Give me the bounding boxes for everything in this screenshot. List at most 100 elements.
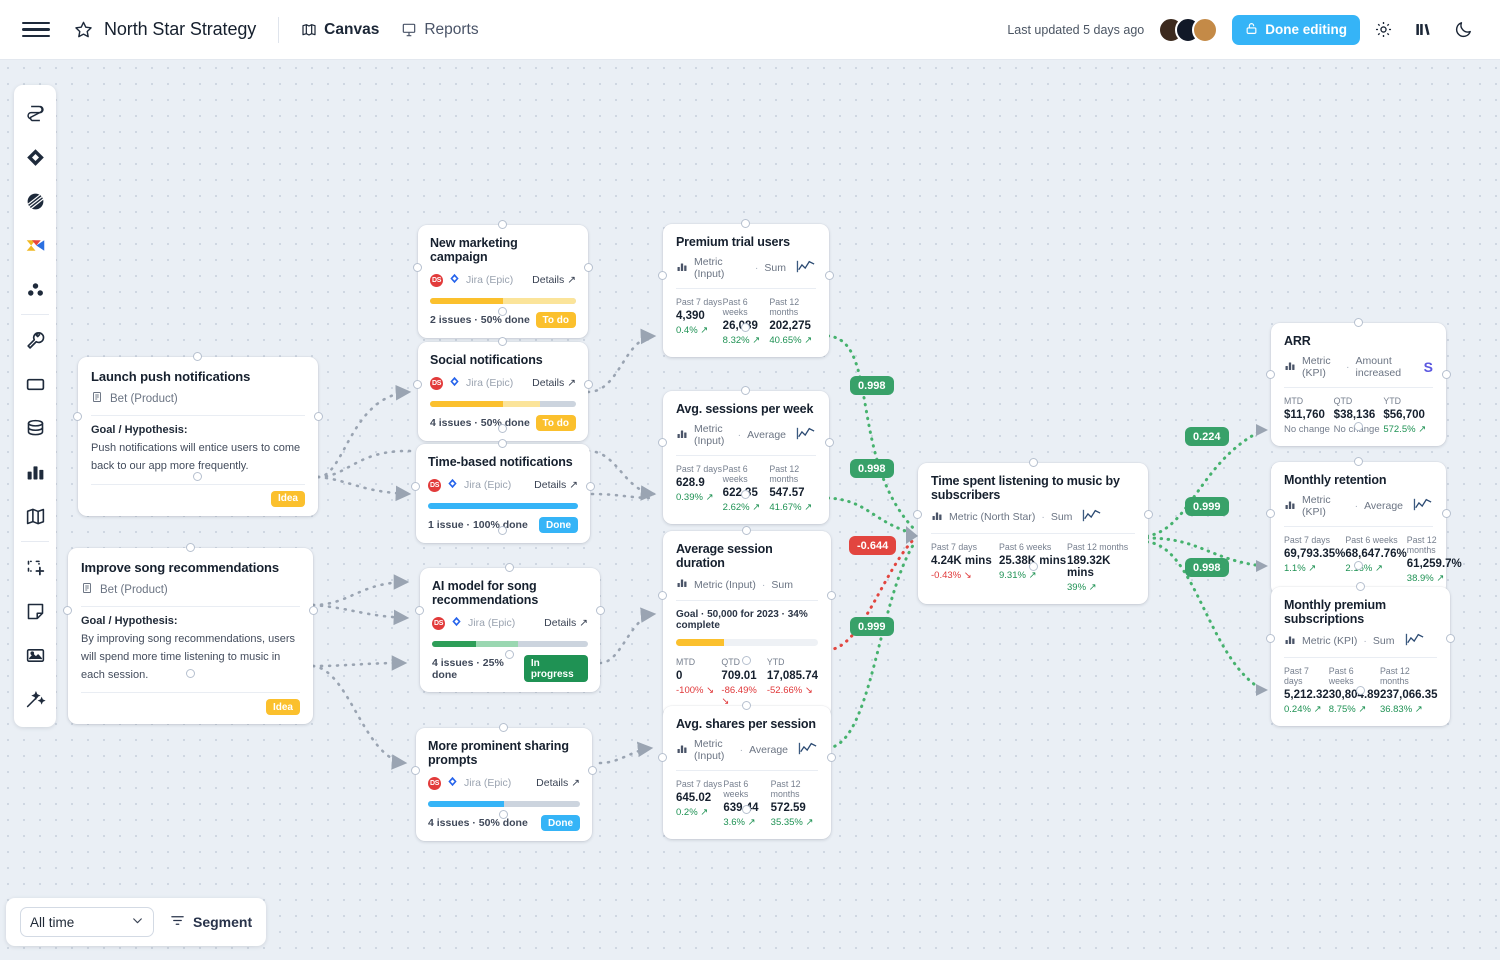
node-port[interactable] [1442,370,1451,379]
node-port[interactable] [505,650,514,659]
bet-card[interactable]: Improve song recommendations Bet (Produc… [63,543,318,725]
north-star-card[interactable]: Time spent listening to music by subscri… [913,458,1153,604]
node-port[interactable] [1354,561,1363,570]
node-port[interactable] [658,591,667,600]
node-port[interactable] [1029,562,1038,571]
node-port[interactable] [413,263,422,272]
node-port[interactable] [63,606,72,615]
sparkline-icon[interactable] [798,742,818,758]
node-port[interactable] [1354,457,1363,466]
node-port[interactable] [658,438,667,447]
node-port[interactable] [498,526,507,535]
timeframe-select[interactable]: All time [20,907,154,937]
node-port[interactable] [186,543,195,552]
node-port[interactable] [498,307,507,316]
database-tool-icon[interactable] [14,406,56,450]
gear-icon[interactable] [1366,13,1400,47]
node-port[interactable] [741,323,750,332]
kpi-card[interactable]: Monthly premium subscriptions Metric (KP… [1266,582,1455,726]
rectangle-tool-icon[interactable] [14,362,56,406]
sparkline-icon[interactable] [1405,633,1425,649]
segment-button[interactable]: Segment [170,913,252,931]
node-port[interactable] [1356,582,1365,591]
metric-card[interactable]: Avg. shares per session Metric (Input) ·… [658,701,836,839]
avatar-group[interactable] [1158,16,1219,43]
correlation-badge[interactable]: -0.644 [849,536,897,556]
epic-card[interactable]: Social notifications DS Jira (Epic) Deta… [413,337,593,441]
node-port[interactable] [742,701,751,710]
node-port[interactable] [596,606,605,615]
node-port[interactable] [498,424,507,433]
library-icon[interactable] [1406,13,1440,47]
node-port[interactable] [415,606,424,615]
sparkline-icon[interactable] [1413,498,1433,514]
epic-details-link[interactable]: Details ↗ [544,617,588,629]
node-port[interactable] [741,386,750,395]
node-port[interactable] [1029,458,1038,467]
node-port[interactable] [505,563,514,572]
tab-reports[interactable]: Reports [401,21,479,39]
correlation-badge[interactable]: 0.999 [850,617,894,637]
node-port[interactable] [1356,686,1365,695]
metric-card[interactable]: Premium trial users Metric (Input) · Sum… [658,219,834,357]
star-icon[interactable] [74,20,93,39]
node-port[interactable] [1266,370,1275,379]
note-tool-icon[interactable] [14,589,56,633]
node-port[interactable] [658,753,667,762]
metric-card[interactable]: Average session duration Metric (Input) … [658,526,836,718]
wrench-tool-icon[interactable] [14,318,56,362]
node-port[interactable] [193,352,202,361]
node-port[interactable] [588,766,597,775]
sparkline-icon[interactable] [796,427,816,443]
kpi-card[interactable]: ARR Metric (KPI) · Amount increased S MT… [1266,318,1451,446]
select-tool-icon[interactable] [14,91,56,135]
cluster-tool-icon[interactable] [14,267,56,311]
node-port[interactable] [742,656,751,665]
magic-tool-icon[interactable] [14,677,56,721]
arrow-tool-icon[interactable] [14,223,56,267]
node-port[interactable] [741,490,750,499]
diamond-tool-icon[interactable] [14,135,56,179]
node-port[interactable] [499,723,508,732]
chart-tool-icon[interactable] [14,450,56,494]
node-port[interactable] [584,380,593,389]
node-port[interactable] [193,472,202,481]
correlation-badge[interactable]: 0.998 [1185,558,1229,578]
node-port[interactable] [1446,634,1455,643]
node-port[interactable] [1266,634,1275,643]
done-editing-button[interactable]: Done editing [1232,14,1360,45]
node-port[interactable] [1354,318,1363,327]
node-port[interactable] [827,591,836,600]
epic-details-link[interactable]: Details ↗ [532,274,576,286]
canvas-area[interactable]: Launch push notifications Bet (Product) … [0,60,1500,960]
node-port[interactable] [314,412,323,421]
node-port[interactable] [309,606,318,615]
correlation-badge[interactable]: 0.998 [850,459,894,479]
moon-icon[interactable] [1446,13,1480,47]
node-port[interactable] [584,263,593,272]
epic-card[interactable]: Time-based notifications DS Jira (Epic) … [411,439,595,543]
sparkline-icon[interactable] [1082,509,1102,525]
node-port[interactable] [411,766,420,775]
node-port[interactable] [499,810,508,819]
correlation-badge[interactable]: 0.998 [850,376,894,396]
correlation-badge[interactable]: 0.224 [1185,427,1229,447]
epic-card[interactable]: New marketing campaign DS Jira (Epic) De… [413,220,593,338]
node-port[interactable] [1266,509,1275,518]
epic-details-link[interactable]: Details ↗ [532,377,576,389]
node-port[interactable] [498,439,507,448]
bet-card[interactable]: Launch push notifications Bet (Product) … [73,352,323,516]
node-port[interactable] [742,526,751,535]
tab-canvas[interactable]: Canvas [301,21,379,39]
map-tool-icon[interactable] [14,494,56,538]
epic-card[interactable]: AI model for song recommendations DS Jir… [415,563,605,692]
epic-details-link[interactable]: Details ↗ [536,777,580,789]
frame-tool-icon[interactable] [14,545,56,589]
epic-card[interactable]: More prominent sharing prompts DS Jira (… [411,723,597,841]
node-port[interactable] [413,380,422,389]
image-tool-icon[interactable] [14,633,56,677]
correlation-badge[interactable]: 0.999 [1185,497,1229,517]
node-port[interactable] [742,805,751,814]
metric-card[interactable]: Avg. sessions per week Metric (Input) · … [658,386,834,524]
node-port[interactable] [658,271,667,280]
